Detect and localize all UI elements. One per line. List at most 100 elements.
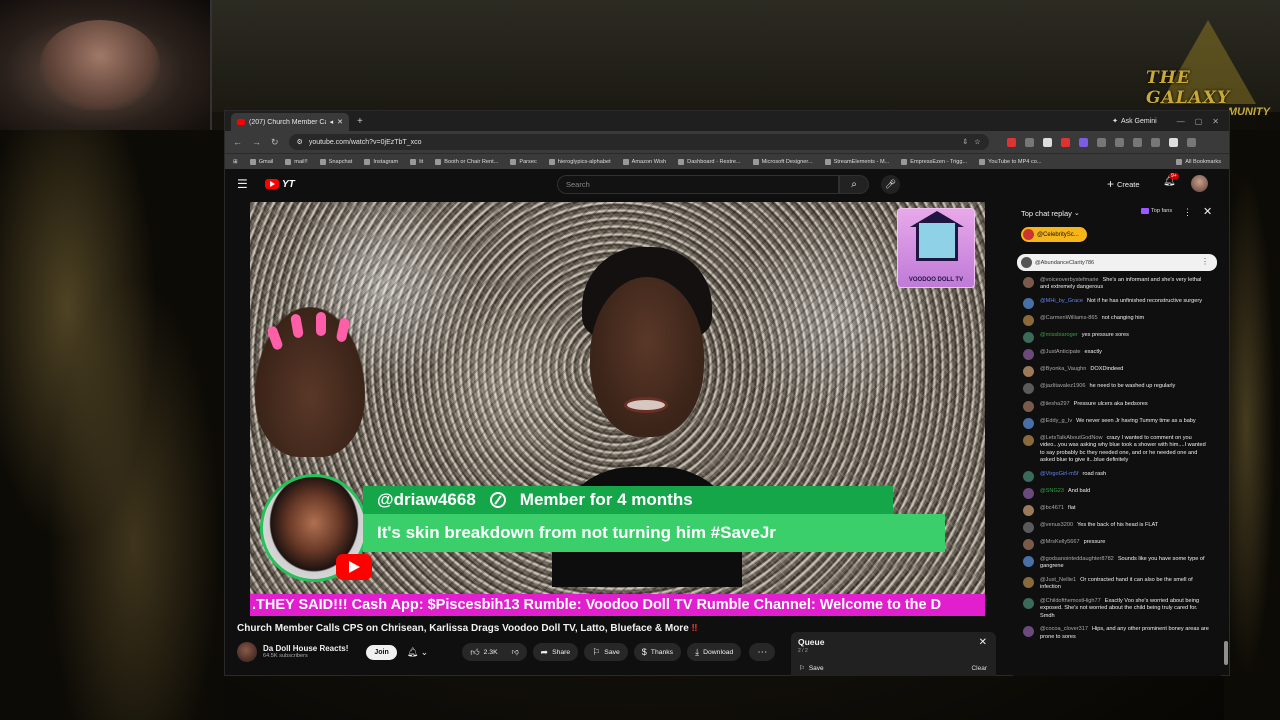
account-avatar[interactable] — [1191, 175, 1208, 192]
banner-menu-icon[interactable]: ⋮ — [1201, 257, 1209, 266]
chat-author[interactable]: @Byonka_Vaughn — [1040, 366, 1086, 372]
chat-avatar[interactable] — [1023, 538, 1034, 550]
pinned-chip[interactable]: @CelebritySc... — [1021, 227, 1087, 242]
search-button[interactable]: ⌕ — [839, 175, 869, 194]
maximize-button[interactable]: ▢ — [1195, 117, 1203, 126]
ask-gemini-button[interactable]: ✦ Ask Gemini — [1112, 117, 1157, 126]
chat-author[interactable]: @iiesha297 — [1040, 401, 1070, 407]
chat-author[interactable]: @cocoa_clover317 — [1040, 626, 1088, 632]
chat-avatar[interactable] — [1023, 277, 1034, 288]
channel-avatar[interactable] — [237, 642, 257, 662]
bookmark-item[interactable]: Parsec — [510, 158, 537, 165]
chat-avatar[interactable] — [1023, 332, 1034, 344]
bookmark-item[interactable]: Snapchat — [319, 158, 352, 165]
extension-icon[interactable] — [1060, 137, 1070, 147]
create-button[interactable]: + Create — [1107, 177, 1140, 191]
chat-avatar[interactable] — [1023, 366, 1034, 378]
chat-avatar[interactable] — [1023, 417, 1034, 429]
subscribe-bell-icon[interactable]: 🔔︎ ⌄ — [407, 647, 428, 658]
bookmark-item[interactable]: Instagram — [364, 158, 398, 165]
chat-author[interactable]: @voiceoverbystefmarie — [1040, 277, 1099, 283]
all-bookmarks[interactable]: All Bookmarks — [1176, 158, 1221, 165]
extension-icon[interactable] — [1096, 137, 1106, 147]
thanks-button[interactable]: $ Thanks — [633, 643, 682, 661]
extension-icon[interactable] — [1078, 137, 1088, 147]
bookmark-item[interactable]: Gmail — [249, 158, 273, 165]
join-button[interactable]: Join — [366, 644, 397, 660]
bookmark-item[interactable]: hieroglypics-alphabet — [548, 158, 611, 165]
browser-tab[interactable]: (207) Church Member Calls ◂ ✕ — [231, 113, 349, 131]
more-actions-button[interactable]: ⋯ — [749, 643, 776, 661]
chat-author[interactable]: @jazlitavalez1906 — [1040, 383, 1085, 389]
chat-avatar[interactable] — [1023, 521, 1034, 533]
bookmark-item[interactable]: Amazon Wish — [622, 158, 666, 165]
extension-icon[interactable] — [1006, 137, 1016, 147]
chat-author[interactable]: @venus3200 — [1040, 522, 1073, 528]
site-info-icon[interactable]: ⚙ — [297, 138, 303, 146]
url-field[interactable]: ⚙ youtube.com/watch?v=0jEzTbT_xco ⇩ ☆ — [288, 134, 989, 150]
apps-grid-icon[interactable]: ⊞ — [233, 159, 238, 165]
chat-author[interactable]: @LetsTalkAboutGodNow — [1040, 435, 1103, 441]
top-fans-button[interactable]: Top fans — [1141, 208, 1172, 214]
chat-author[interactable]: @CarmenWilliams-865 — [1040, 315, 1098, 321]
bookmark-star-icon[interactable]: ☆ — [974, 138, 980, 146]
minimize-button[interactable]: — — [1177, 117, 1185, 126]
channel-name[interactable]: Da Doll House Reacts! — [263, 644, 348, 653]
chat-avatar[interactable] — [1023, 297, 1034, 309]
queue-close-icon[interactable]: ✕ — [979, 637, 987, 648]
like-button[interactable]: 👍︎ 2.3K 👎︎ — [462, 643, 527, 661]
chat-author[interactable]: @SNG23 — [1040, 488, 1064, 494]
chat-author[interactable]: @Eddy_g_Iv — [1040, 418, 1072, 424]
chat-avatar[interactable] — [1023, 315, 1034, 327]
video-player[interactable]: VOODOO DOLL TV @driaw4668 Member for 4 m… — [250, 202, 985, 616]
notifications-bell-icon[interactable]: 🔔︎ 9+ — [1163, 173, 1179, 187]
youtube-logo[interactable]: YT — [265, 179, 295, 190]
bookmark-item[interactable]: Booth or Chair Rent... — [435, 158, 498, 165]
chat-avatar[interactable] — [1023, 577, 1034, 588]
bookmark-item[interactable]: lit — [410, 158, 423, 165]
bookmark-item[interactable]: mail!! — [285, 158, 308, 165]
window-close-button[interactable]: ✕ — [1212, 117, 1219, 126]
chat-close-icon[interactable]: ✕ — [1203, 205, 1212, 218]
chat-author[interactable]: @godsanointeddaughter8782 — [1040, 556, 1114, 562]
chat-avatar[interactable] — [1023, 487, 1034, 499]
hamburger-menu-icon[interactable]: ☰ — [237, 177, 257, 191]
reload-icon[interactable]: ↻ — [271, 137, 279, 148]
extension-icon[interactable] — [1114, 137, 1124, 147]
new-tab-button[interactable]: + — [357, 116, 363, 127]
chat-mode-dropdown[interactable]: Top chat replay — [1021, 209, 1072, 218]
chat-avatar[interactable] — [1023, 400, 1034, 412]
chat-author[interactable]: @Just_Nellie1 — [1040, 577, 1076, 583]
chat-scrollbar[interactable] — [1224, 181, 1228, 671]
queue-clear-button[interactable]: Clear — [971, 665, 987, 672]
save-button[interactable]: ⚐ Save — [584, 643, 628, 661]
chat-banner[interactable]: @AbundanceClarity786 ⋮ — [1017, 254, 1217, 271]
chevron-down-icon[interactable]: ⌄ — [1074, 209, 1080, 217]
chat-avatar[interactable] — [1023, 626, 1034, 638]
chat-avatar[interactable] — [1023, 470, 1034, 482]
search-input[interactable]: Search — [557, 175, 839, 194]
chat-avatar[interactable] — [1023, 597, 1034, 609]
bookmark-item[interactable]: Dashboard - Restre... — [678, 158, 741, 165]
chat-avatar[interactable] — [1023, 434, 1034, 446]
profile-icon[interactable] — [1168, 137, 1178, 147]
chat-author[interactable]: @MHi_by_Grace — [1040, 298, 1083, 304]
download-button[interactable]: ⤓ Download — [687, 643, 742, 661]
queue-save-button[interactable]: ⚐ Save — [799, 664, 824, 673]
chat-avatar[interactable] — [1023, 556, 1034, 568]
bookmark-item[interactable]: EmpressEzen - Trigg... — [901, 158, 967, 165]
bookmark-item[interactable]: YouTube to MP4 co... — [979, 158, 1042, 165]
scrollbar-thumb[interactable] — [1224, 641, 1228, 665]
menu-kebab-icon[interactable] — [1186, 137, 1196, 147]
extension-icon[interactable] — [1132, 137, 1142, 147]
bookmark-item[interactable]: StreamElements - M... — [824, 158, 889, 165]
back-arrow-icon[interactable]: ← — [233, 137, 242, 147]
microphone-icon[interactable]: 🎤︎ — [881, 175, 900, 194]
chat-avatar[interactable] — [1023, 504, 1034, 516]
bookmark-item[interactable]: Microsoft Designer... — [752, 158, 813, 165]
forward-arrow-icon[interactable]: → — [252, 137, 261, 147]
speaker-icon[interactable]: ◂ — [330, 118, 334, 126]
thumbs-down-icon[interactable]: 👎︎ — [512, 648, 519, 656]
chat-author[interactable]: @VirgoGirl-m5f — [1040, 471, 1079, 477]
chat-author[interactable]: @MrsKelly5667 — [1040, 539, 1080, 545]
